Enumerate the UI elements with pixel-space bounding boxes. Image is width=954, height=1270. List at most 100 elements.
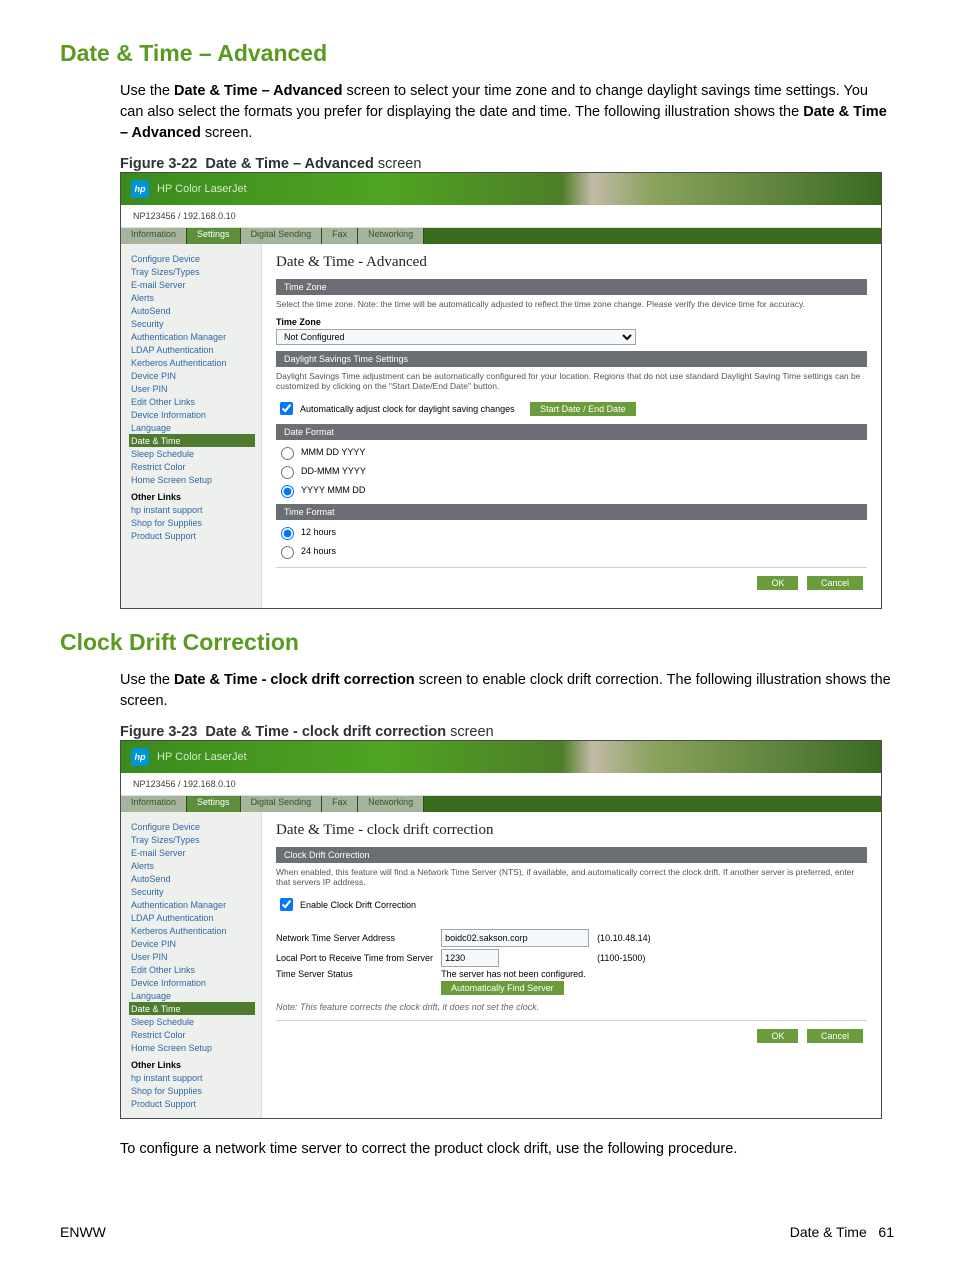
sidebar-item[interactable]: Alerts [131, 859, 261, 872]
section-bar-time-zone: Time Zone [276, 279, 867, 295]
ok-button[interactable]: OK [757, 576, 798, 590]
sidebar-item[interactable]: Configure Device [131, 820, 261, 833]
sidebar-item[interactable]: Authentication Manager [131, 330, 261, 343]
sidebar-item[interactable]: hp instant support [131, 503, 261, 516]
text-bold: Date & Time – Advanced [174, 83, 342, 99]
section-bar-date-format: Date Format [276, 424, 867, 440]
time-zone-label: Time Zone [276, 317, 867, 327]
figure-caption-3-23: Figure 3-23 Date & Time - clock drift co… [120, 724, 894, 740]
date-format-label: YYYY MMM DD [301, 485, 365, 495]
time-zone-select[interactable]: Not Configured [276, 329, 636, 345]
topbar: hp HP Color LaserJet [121, 173, 881, 205]
time-zone-hint: Select the time zone. Note: the time wil… [276, 299, 867, 309]
sidebar-item[interactable]: AutoSend [131, 872, 261, 885]
sidebar-item[interactable]: Product Support [131, 529, 261, 542]
sidebar-item[interactable]: Tray Sizes/Types [131, 833, 261, 846]
sidebar-item[interactable]: Kerberos Authentication [131, 924, 261, 937]
sidebar-item[interactable]: LDAP Authentication [131, 343, 261, 356]
tab-information[interactable]: Information [121, 228, 187, 244]
sidebar-item[interactable]: E-mail Server [131, 278, 261, 291]
sidebar-item[interactable]: Authentication Manager [131, 898, 261, 911]
sidebar-item[interactable]: Edit Other Links [131, 963, 261, 976]
sidebar-item[interactable]: Edit Other Links [131, 395, 261, 408]
sidebar-item-date-time[interactable]: Date & Time [129, 1002, 255, 1015]
sidebar-item[interactable]: AutoSend [131, 304, 261, 317]
nts-address-input[interactable] [441, 929, 589, 947]
tab-fax[interactable]: Fax [322, 228, 358, 244]
sidebar-item[interactable]: Tray Sizes/Types [131, 265, 261, 278]
date-format-radio-mmmdd[interactable] [281, 447, 294, 460]
sidebar-item[interactable]: Alerts [131, 291, 261, 304]
date-format-label: MMM DD YYYY [301, 447, 365, 457]
start-end-date-button[interactable]: Start Date / End Date [530, 402, 636, 416]
tab-information[interactable]: Information [121, 796, 187, 812]
enable-clock-drift-label: Enable Clock Drift Correction [300, 900, 416, 910]
section-bar-dst: Daylight Savings Time Settings [276, 351, 867, 367]
clock-drift-hint: When enabled, this feature will find a N… [276, 867, 867, 887]
auto-find-server-button[interactable]: Automatically Find Server [441, 981, 564, 995]
panel-title: Date & Time - Advanced [276, 254, 867, 271]
tab-digital-sending[interactable]: Digital Sending [241, 228, 323, 244]
hostname-ip: NP123456 / 192.168.0.10 [121, 773, 881, 796]
text-bold: Date & Time - clock drift correction [174, 672, 415, 688]
sidebar-item[interactable]: User PIN [131, 950, 261, 963]
tab-settings[interactable]: Settings [187, 228, 241, 244]
sidebar-item[interactable]: Language [131, 989, 261, 1002]
sidebar-item[interactable]: Language [131, 421, 261, 434]
time-server-status-value: The server has not been configured. [441, 968, 659, 980]
date-format-label: DD-MMM YYYY [301, 466, 366, 476]
sidebar-item[interactable]: Kerberos Authentication [131, 356, 261, 369]
button-bar: OK Cancel [276, 1020, 867, 1047]
cancel-button[interactable]: Cancel [807, 1029, 863, 1043]
sidebar-item[interactable]: Security [131, 317, 261, 330]
sidebar-item[interactable]: Restrict Color [131, 1028, 261, 1041]
date-format-radio-yyyymmm[interactable] [281, 485, 294, 498]
sidebar-item[interactable]: LDAP Authentication [131, 911, 261, 924]
dst-auto-checkbox[interactable] [280, 402, 293, 415]
date-format-radio-ddmmm[interactable] [281, 466, 294, 479]
local-port-paren: (1100-1500) [597, 948, 659, 968]
sidebar-item[interactable]: Product Support [131, 1097, 261, 1110]
time-format-radio-24[interactable] [281, 546, 294, 559]
ok-button[interactable]: OK [757, 1029, 798, 1043]
sidebar-item[interactable]: Security [131, 885, 261, 898]
tab-digital-sending[interactable]: Digital Sending [241, 796, 323, 812]
sidebar-item[interactable]: Home Screen Setup [131, 473, 261, 486]
figure-title-tail: screen [374, 156, 422, 172]
sidebar-item[interactable]: Device PIN [131, 937, 261, 950]
sidebar-item[interactable]: Configure Device [131, 252, 261, 265]
sidebar-item[interactable]: hp instant support [131, 1071, 261, 1084]
sidebar-item[interactable]: Shop for Supplies [131, 516, 261, 529]
local-port-input[interactable] [441, 949, 499, 967]
sidebar-item[interactable]: Sleep Schedule [131, 1015, 261, 1028]
tab-fax[interactable]: Fax [322, 796, 358, 812]
screenshot-date-time-advanced: hp HP Color LaserJet NP123456 / 192.168.… [120, 172, 882, 609]
figure-title-bold: Date & Time - clock drift correction [205, 724, 446, 740]
sidebar-item[interactable]: Home Screen Setup [131, 1041, 261, 1054]
tab-networking[interactable]: Networking [358, 228, 424, 244]
dst-hint: Daylight Savings Time adjustment can be … [276, 371, 867, 391]
heading-clock-drift: Clock Drift Correction [60, 629, 894, 656]
sidebar-item[interactable]: Device PIN [131, 369, 261, 382]
text: Use the [120, 83, 174, 99]
sidebar-item[interactable]: Device Information [131, 408, 261, 421]
sidebar-item[interactable]: Sleep Schedule [131, 447, 261, 460]
footer-page-number: 61 [878, 1224, 894, 1240]
tab-networking[interactable]: Networking [358, 796, 424, 812]
tab-settings[interactable]: Settings [187, 796, 241, 812]
footer-left: ENWW [60, 1224, 106, 1240]
sidebar-item[interactable]: Restrict Color [131, 460, 261, 473]
time-format-radio-12[interactable] [281, 527, 294, 540]
sidebar-item-date-time[interactable]: Date & Time [129, 434, 255, 447]
topbar: hp HP Color LaserJet [121, 741, 881, 773]
page-footer: ENWW Date & Time 61 [60, 1224, 894, 1240]
sidebar-item[interactable]: User PIN [131, 382, 261, 395]
cancel-button[interactable]: Cancel [807, 576, 863, 590]
button-bar: OK Cancel [276, 567, 867, 594]
product-title: HP Color LaserJet [157, 183, 247, 195]
sidebar-item[interactable]: Device Information [131, 976, 261, 989]
sidebar-item[interactable]: Shop for Supplies [131, 1084, 261, 1097]
sidebar-item[interactable]: E-mail Server [131, 846, 261, 859]
enable-clock-drift-checkbox[interactable] [280, 898, 293, 911]
sidebar-section-other-links: Other Links [131, 490, 261, 503]
